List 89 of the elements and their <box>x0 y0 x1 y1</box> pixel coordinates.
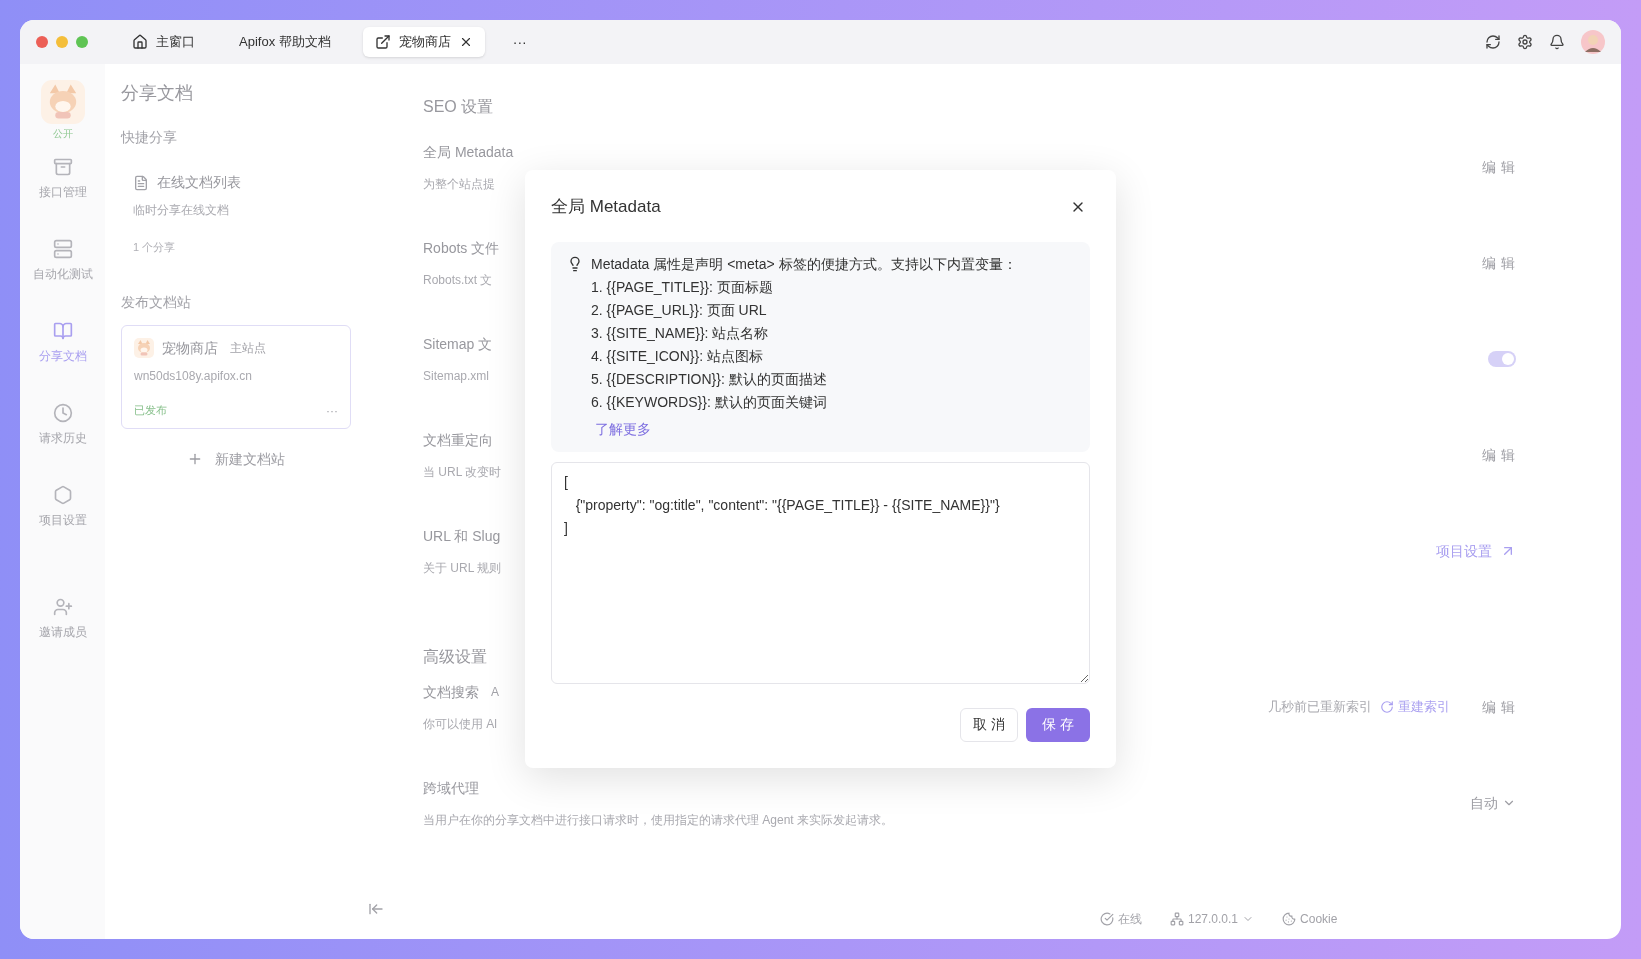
edit-button[interactable]: 编 辑 <box>1482 253 1516 274</box>
setting-description: 你可以使用 Al <box>423 715 498 733</box>
variable-item: 5. {{DESCRIPTION}}: 默认的页面描述 <box>590 369 828 389</box>
proxy-select[interactable]: 自动 <box>1470 792 1516 814</box>
share-item-description: 临时分享在线文档 <box>133 202 230 219</box>
document-icon <box>133 174 149 191</box>
dialog-title: 全局 Metadata <box>551 196 661 218</box>
stack-icon <box>52 239 73 259</box>
section-heading: SEO 设置 <box>423 98 494 115</box>
plus-icon <box>187 451 203 467</box>
window-tab[interactable]: Apifox 帮助文档 <box>227 27 343 57</box>
learn-more-link[interactable]: 了解更多 <box>567 418 1074 440</box>
check-circle-icon <box>1100 912 1114 926</box>
setting-title: Robots 文件 <box>423 238 500 258</box>
collapse-icon[interactable] <box>368 901 384 917</box>
variable-item: 3. {{SITE_NAME}}: 站点名称 <box>590 323 770 343</box>
setting-description: 当 URL 改变时 <box>423 463 502 481</box>
nav-item[interactable]: 项目设置 <box>22 481 103 533</box>
box-icon <box>52 157 73 177</box>
share-count: 1 个分享 <box>133 240 177 255</box>
user-plus-icon <box>52 597 73 617</box>
setting-description: Robots.txt 文 <box>423 271 494 289</box>
cookie-icon <box>1282 912 1297 926</box>
setting-title: 全局 Metadata <box>423 142 514 162</box>
setting-title: 文档重定向 <box>423 430 493 450</box>
refresh-icon[interactable] <box>1485 34 1501 50</box>
fox-avatar-icon <box>40 80 85 124</box>
site-name: 宠物商店 <box>162 338 218 358</box>
fox-avatar-icon <box>134 338 154 358</box>
section-heading: 高级设置 <box>423 648 487 665</box>
setting-title: 跨域代理 <box>423 778 479 798</box>
nav-item[interactable]: 请求历史 <box>22 399 103 451</box>
save-button[interactable]: 保 存 <box>1026 707 1090 742</box>
visibility-label: 公开 <box>52 127 73 141</box>
setting-description: 关于 URL 规则 <box>423 559 502 577</box>
settings-icon[interactable] <box>1517 34 1533 50</box>
site-tag: 主站点 <box>230 339 266 357</box>
variable-item: 6. {{KEYWORDS}}: 默认的页面关键词 <box>590 392 828 412</box>
status-item[interactable]: 127.0.0.1 <box>1170 910 1255 928</box>
setting-description: 为整个站点提 <box>423 175 496 193</box>
project-settings-link[interactable]: 项目设置 <box>1436 540 1516 562</box>
lightbulb-icon <box>567 256 583 272</box>
home-icon <box>132 34 148 50</box>
section-title: 快捷分享 <box>121 128 178 147</box>
setting-tag: A <box>491 683 499 701</box>
nav-item[interactable]: 接口管理 <box>22 153 103 205</box>
more-button[interactable]: ··· <box>326 401 338 420</box>
more-tabs-button[interactable]: ··· <box>504 31 535 53</box>
variable-item: 1. {{PAGE_TITLE}}: 页面标题 <box>590 277 774 297</box>
toggle-switch[interactable] <box>1488 351 1516 367</box>
setting-title: URL 和 Slug <box>423 526 501 546</box>
status-item[interactable]: Cookie <box>1282 910 1338 928</box>
site-url: wn50ds108y.apifox.cn <box>134 367 253 385</box>
panel-title: 分享文档 <box>121 82 194 105</box>
setting-description: Sitemap.xml <box>423 367 491 385</box>
section-title: 发布文档站 <box>121 292 192 312</box>
info-text: Metadata 属性是声明 <meta> 标签的便捷方式。支持以下内置变量： <box>591 254 1017 274</box>
window-tab[interactable]: 主窗口 <box>120 27 207 57</box>
site-card[interactable]: 宠物商店 主站点 wn50ds108y.apifox.cn 已发布 ··· <box>121 324 351 429</box>
status-item[interactable]: 在线 <box>1100 910 1142 928</box>
new-site-button[interactable]: 新建文档站 <box>121 448 351 470</box>
window-tab[interactable]: 宠物商店 <box>362 27 485 57</box>
setting-title: Sitemap 文 <box>423 334 493 354</box>
nav-item[interactable]: 分享文档 <box>22 317 103 369</box>
setting-description: 当用户在你的分享文档中进行接口请求时，使用指定的请求代理 Agent 来实际发起请求。 <box>423 811 894 829</box>
reindex-button[interactable]: 重建索引 <box>1380 697 1450 717</box>
nav-item[interactable]: 自动化测试 <box>22 235 103 287</box>
user-avatar-icon[interactable] <box>1581 30 1605 54</box>
edit-button[interactable]: 编 辑 <box>1482 696 1516 718</box>
network-icon <box>1170 912 1184 926</box>
metadata-input[interactable]: [ {"property": "og:title", "content": "{{PAGE_TITLE}} - {{SITE_NAME}}"} ] <box>551 461 1090 684</box>
notification-icon[interactable] <box>1549 34 1565 50</box>
variable-item: 2. {{PAGE_URL}}: 页面 URL <box>590 300 768 320</box>
variable-item: 4. {{SITE_ICON}}: 站点图标 <box>590 346 764 366</box>
share-item-title: 在线文档列表 <box>157 173 241 192</box>
refresh-icon <box>1380 700 1394 714</box>
setting-title: 文档搜索 <box>423 682 479 702</box>
share-icon <box>374 34 391 50</box>
edit-button[interactable]: 编 辑 <box>1482 445 1516 466</box>
site-status: 已发布 <box>134 403 167 419</box>
close-window-icon[interactable] <box>36 36 48 48</box>
share-list-item[interactable]: 在线文档列表 临时分享在线文档 1 个分享 <box>121 172 384 256</box>
cancel-button[interactable]: 取 消 <box>960 707 1019 742</box>
book-icon <box>52 321 73 341</box>
nav-item[interactable]: 邀请成员 <box>22 593 103 645</box>
hexagon-icon <box>52 485 73 505</box>
index-status: 几秒前已重新索引 <box>1268 698 1372 717</box>
clock-icon <box>52 403 73 423</box>
edit-button[interactable]: 编 辑 <box>1482 157 1516 178</box>
